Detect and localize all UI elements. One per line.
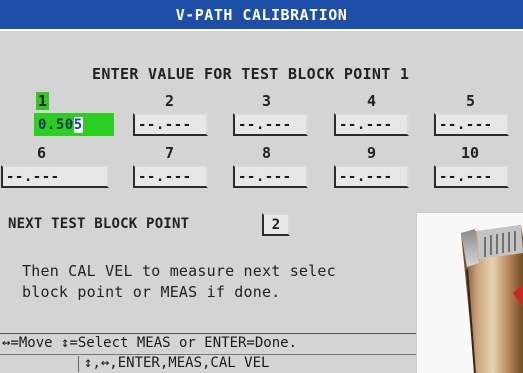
point-number-3: 3 bbox=[262, 92, 272, 110]
calibration-screen: V-PATH CALIBRATION ENTER VALUE FOR TEST … bbox=[0, 0, 523, 373]
key-bar-marker bbox=[78, 356, 79, 372]
instruction-line-2: block point or MEAS if done. bbox=[22, 283, 281, 301]
point-1-value: 0.50 bbox=[38, 116, 74, 133]
point-5-value: --.--- bbox=[439, 116, 493, 133]
point-4-value-field[interactable]: --.--- bbox=[334, 113, 409, 136]
entry-cursor: 5 bbox=[73, 116, 83, 133]
point-number-5: 5 bbox=[466, 92, 476, 110]
point-6-value-field[interactable]: --.--- bbox=[1, 165, 109, 188]
point-10-value: --.--- bbox=[439, 168, 493, 185]
next-point-field[interactable]: 2 bbox=[262, 213, 290, 236]
point-number-4: 4 bbox=[367, 92, 377, 110]
help-keys: ↔=Move ↕=Select MEAS or ENTER=Done. bbox=[2, 335, 298, 351]
point-8-value: --.--- bbox=[238, 168, 292, 185]
point-6-value: --.--- bbox=[6, 168, 60, 185]
point-number-1: 1 bbox=[36, 92, 50, 110]
point-7-value: --.--- bbox=[138, 168, 192, 185]
point-10-value-field[interactable]: --.--- bbox=[434, 165, 509, 188]
point-number-8: 8 bbox=[262, 144, 272, 162]
point-1-value-field[interactable]: 0.50 5 bbox=[34, 113, 114, 136]
point-5-value-field[interactable]: --.--- bbox=[434, 113, 509, 136]
available-keys: ↕,↔,ENTER,MEAS,CAL VEL bbox=[84, 355, 270, 371]
test-block-photo bbox=[416, 212, 523, 373]
point-8-value-field[interactable]: --.--- bbox=[233, 165, 308, 188]
point-2-value-field[interactable]: --.--- bbox=[133, 113, 208, 136]
screen-title: V-PATH CALIBRATION bbox=[0, 0, 523, 29]
point-number-10: 10 bbox=[461, 144, 480, 162]
point-number-7: 7 bbox=[165, 144, 175, 162]
point-number-2: 2 bbox=[165, 92, 175, 110]
point-4-value: --.--- bbox=[339, 116, 393, 133]
point-3-value: --.--- bbox=[238, 116, 292, 133]
point-7-value-field[interactable]: --.--- bbox=[133, 165, 208, 188]
entry-prompt: ENTER VALUE FOR TEST BLOCK POINT 1 bbox=[92, 65, 410, 83]
point-2-value: --.--- bbox=[138, 116, 192, 133]
title-divider bbox=[0, 29, 523, 31]
point-9-value-field[interactable]: --.--- bbox=[334, 165, 409, 188]
point-9-value: --.--- bbox=[339, 168, 393, 185]
instruction-line-1: Then CAL VEL to measure next selec bbox=[22, 262, 336, 280]
point-3-value-field[interactable]: --.--- bbox=[233, 113, 308, 136]
next-point-label: NEXT TEST BLOCK POINT bbox=[8, 216, 190, 232]
point-number-9: 9 bbox=[367, 144, 377, 162]
point-number-6: 6 bbox=[37, 144, 47, 162]
step-block-icon bbox=[417, 213, 523, 373]
